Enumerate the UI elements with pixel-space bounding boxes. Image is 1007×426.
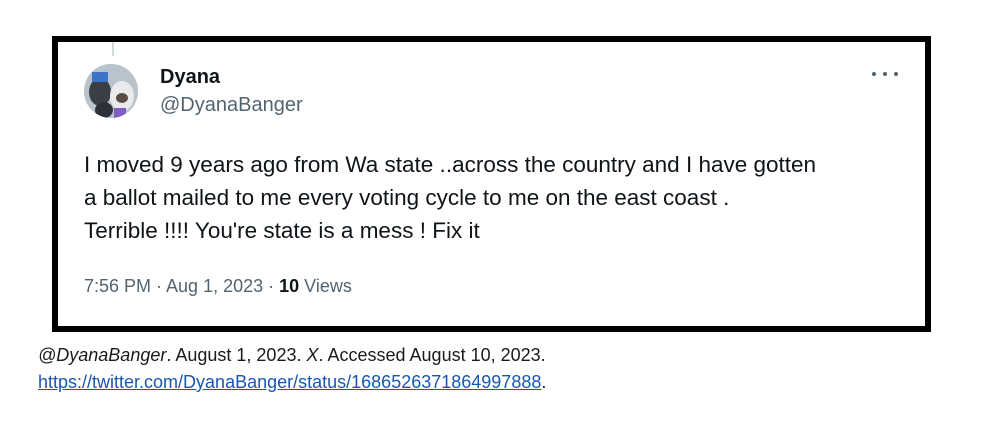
citation-platform: X — [306, 345, 319, 365]
dot-icon — [872, 72, 876, 76]
citation-link[interactable]: https://twitter.com/DyanaBanger/status/1… — [38, 372, 541, 392]
more-horizontal-icon[interactable] — [872, 64, 898, 84]
citation-trailing: . — [541, 372, 547, 392]
dot-icon — [883, 72, 887, 76]
citation-accessed: . Accessed August 10, 2023. — [318, 345, 546, 365]
avatar-image-icon — [84, 64, 138, 118]
thread-line — [112, 42, 114, 56]
dot-icon — [894, 72, 898, 76]
tweet-meta: 7:56 PM · Aug 1, 2023 · 10 Views — [84, 276, 352, 297]
author-name[interactable]: Dyana — [160, 66, 220, 89]
tweet-text: I moved 9 years ago from Wa state ..acro… — [84, 152, 817, 243]
views-count: 10 — [279, 276, 300, 296]
tweet-timestamp[interactable]: 7:56 PM · Aug 1, 2023 · — [84, 276, 279, 296]
citation: @DyanaBanger. August 1, 2023. X. Accesse… — [38, 342, 938, 396]
avatar[interactable] — [84, 64, 138, 118]
citation-date: . August 1, 2023. — [166, 345, 307, 365]
views-label: Views — [299, 276, 352, 296]
author-handle[interactable]: @DyanaBanger — [160, 94, 303, 117]
citation-handle: @DyanaBanger — [38, 345, 167, 365]
